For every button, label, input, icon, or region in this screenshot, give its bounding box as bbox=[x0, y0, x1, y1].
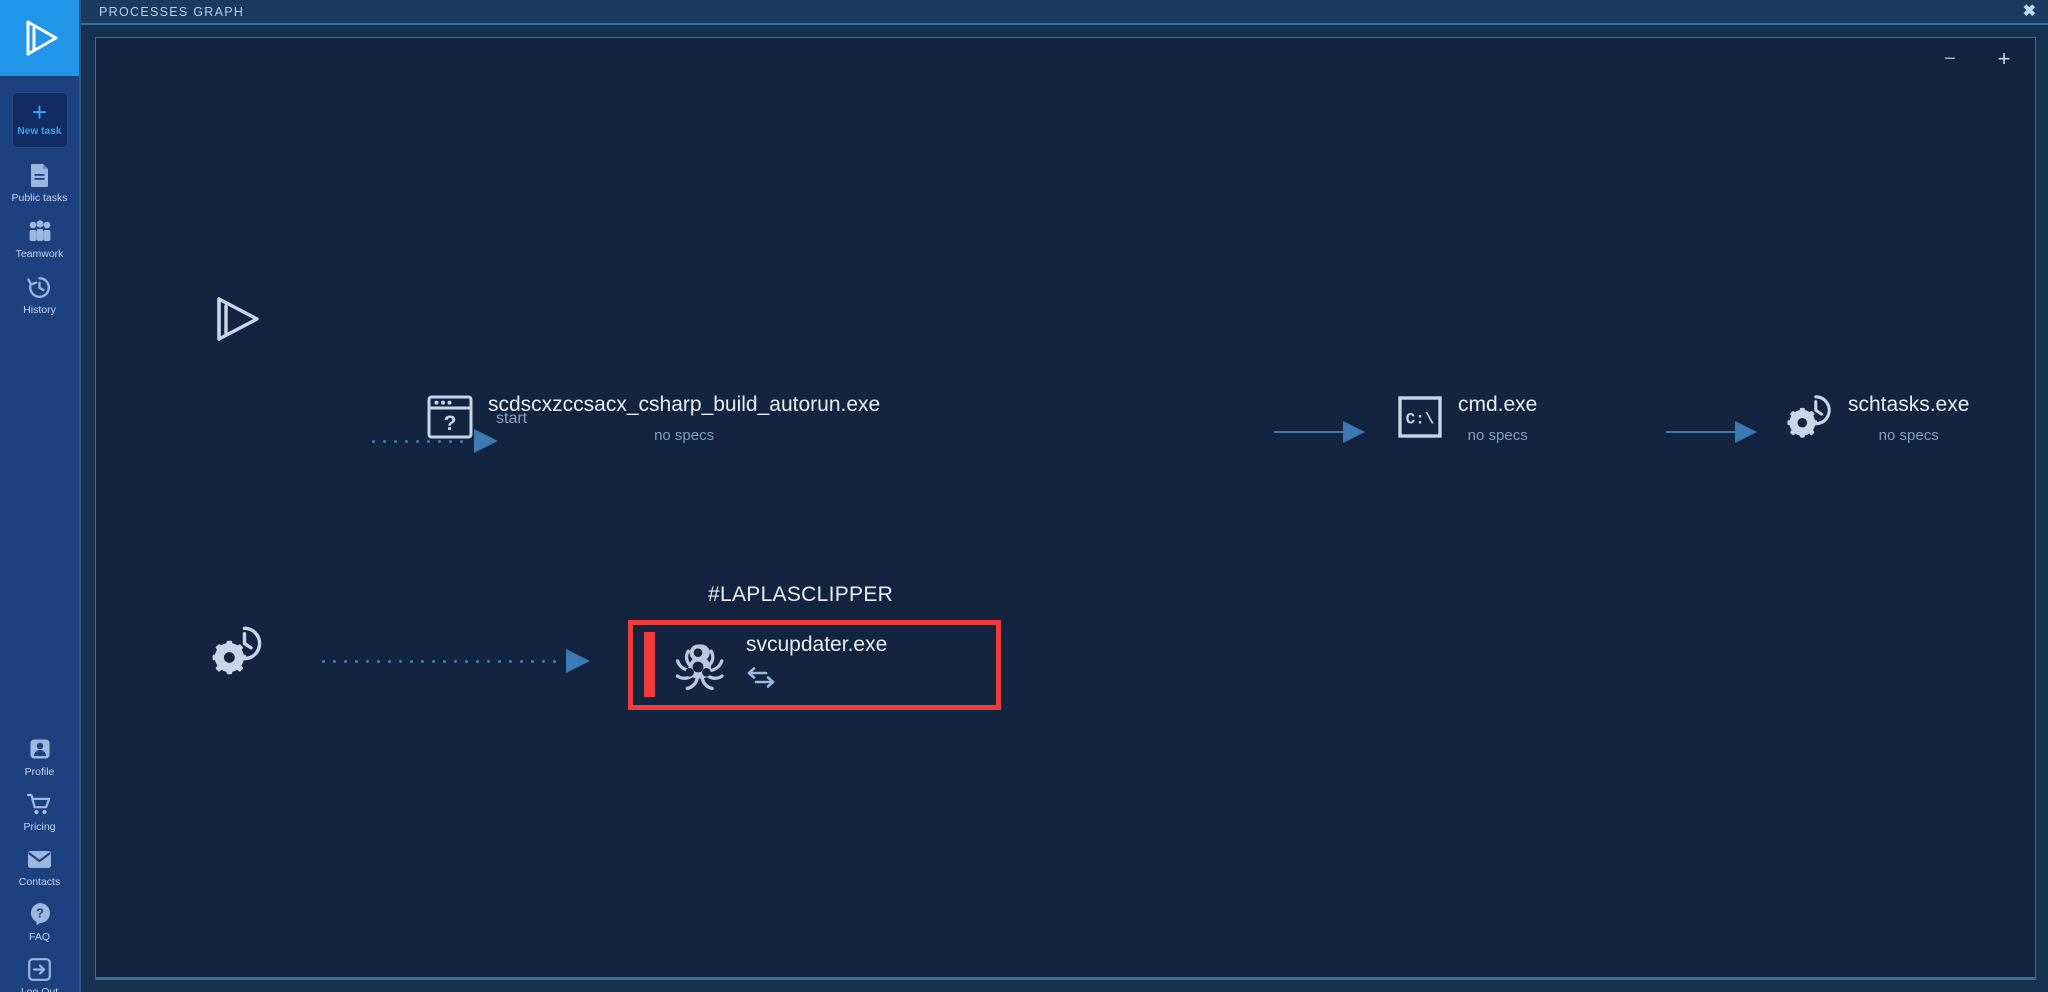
graph-node-process-malicious[interactable]: svcupdater.exe bbox=[670, 633, 887, 695]
edge-solid-to-cmd bbox=[1274, 421, 1365, 443]
sidebar-item-label: Log Out bbox=[20, 986, 59, 992]
sidebar-item-label: History bbox=[23, 304, 56, 316]
sidebar-top-section: + New task Public tasks Teamwork History bbox=[0, 0, 79, 316]
graph-node-text: schtasks.exe no specs bbox=[1848, 393, 1969, 444]
svg-text:C:\: C:\ bbox=[1406, 411, 1435, 429]
graph-root-icon bbox=[211, 293, 263, 350]
sidebar-item-label: Pricing bbox=[23, 821, 56, 833]
sidebar-item-label: Profile bbox=[24, 766, 55, 778]
window-titlebar: PROCESSES GRAPH ✖ bbox=[81, 0, 2048, 25]
plus-icon: + bbox=[31, 97, 48, 127]
sidebar: + New task Public tasks Teamwork History… bbox=[0, 0, 79, 992]
scheduled-task-gear-clock-icon bbox=[212, 626, 262, 675]
cmd-console-icon: C:\ bbox=[1396, 393, 1444, 441]
graph-branch-source-icon bbox=[211, 626, 265, 681]
scheduled-task-gear-clock-icon bbox=[1786, 393, 1834, 441]
edge-solid-to-schtasks bbox=[1666, 421, 1757, 443]
application-window: + New task Public tasks Teamwork History… bbox=[0, 0, 2048, 992]
history-clock-icon bbox=[27, 274, 53, 300]
bidirectional-network-icon bbox=[746, 666, 887, 688]
page-title: PROCESSES GRAPH bbox=[99, 4, 245, 19]
processes-graph-panel[interactable]: − + start ? scdscxzccsacx_csharp_build_a… bbox=[95, 37, 2036, 980]
anyrun-logo[interactable] bbox=[0, 0, 79, 76]
threat-family-tag: #LAPLASCLIPPER bbox=[708, 583, 894, 606]
edge-dotted-to-svcupdater bbox=[318, 649, 590, 673]
graph-node-text: svcupdater.exe bbox=[746, 633, 887, 688]
close-icon[interactable]: ✖ bbox=[2023, 3, 2036, 20]
process-name: schtasks.exe bbox=[1848, 393, 1970, 416]
sidebar-item-pricing[interactable]: Pricing bbox=[0, 778, 79, 833]
sidebar-item-label: Contacts bbox=[18, 876, 61, 888]
process-specs: no specs bbox=[1467, 427, 1528, 444]
people-icon bbox=[27, 218, 53, 244]
sidebar-bottom-section: Profile Pricing Contacts ? FAQ Log Out bbox=[0, 723, 79, 992]
svg-text:?: ? bbox=[36, 906, 44, 921]
malicious-severity-bar bbox=[644, 632, 655, 697]
sidebar-item-contacts[interactable]: Contacts bbox=[0, 833, 79, 888]
sidebar-item-faq[interactable]: ? FAQ bbox=[0, 888, 79, 943]
arrowhead-icon bbox=[1343, 421, 1365, 443]
svg-text:?: ? bbox=[444, 412, 457, 435]
graph-canvas[interactable]: start ? scdscxzccsacx_csharp_build_autor… bbox=[96, 38, 2035, 979]
graph-node-process[interactable]: schtasks.exe no specs bbox=[1786, 393, 1969, 444]
graph-node-text: scdscxzccsacx_csharp_build_autorun.exe n… bbox=[488, 393, 880, 444]
graph-node-process[interactable]: ? scdscxzccsacx_csharp_build_autorun.exe… bbox=[426, 393, 880, 444]
zoom-in-button[interactable]: + bbox=[1993, 48, 2015, 70]
graph-node-process[interactable]: C:\ cmd.exe no specs bbox=[1396, 393, 1537, 444]
sidebar-item-log-out[interactable]: Log Out bbox=[0, 943, 79, 992]
sidebar-item-history[interactable]: History bbox=[0, 260, 79, 316]
cart-icon bbox=[27, 791, 53, 817]
sidebar-item-teamwork[interactable]: Teamwork bbox=[0, 204, 79, 260]
new-task-button[interactable]: + New task bbox=[11, 92, 68, 148]
process-name: svcupdater.exe bbox=[746, 633, 888, 656]
process-name: cmd.exe bbox=[1458, 393, 1538, 416]
zoom-out-button[interactable]: − bbox=[1939, 49, 1961, 69]
new-task-label: New task bbox=[17, 126, 62, 137]
sidebar-item-profile[interactable]: Profile bbox=[0, 723, 79, 778]
edge-line bbox=[1274, 431, 1344, 433]
document-icon bbox=[27, 162, 53, 188]
process-name: scdscxzccsacx_csharp_build_autorun.exe bbox=[488, 393, 881, 416]
process-specs: no specs bbox=[654, 427, 715, 444]
sidebar-item-label: FAQ bbox=[28, 931, 50, 943]
unknown-window-icon: ? bbox=[426, 393, 474, 441]
envelope-icon bbox=[27, 846, 53, 872]
zoom-controls: − + bbox=[1939, 48, 2015, 70]
edge-dots bbox=[318, 659, 560, 663]
biohazard-icon bbox=[670, 633, 726, 695]
sidebar-item-label: Public tasks bbox=[11, 192, 68, 204]
user-icon bbox=[27, 736, 53, 762]
question-mark-icon: ? bbox=[27, 901, 53, 927]
graph-node-text: cmd.exe no specs bbox=[1458, 393, 1537, 444]
process-specs: no specs bbox=[1878, 427, 1939, 444]
logout-arrow-icon bbox=[27, 956, 53, 982]
arrowhead-icon bbox=[1735, 421, 1757, 443]
arrowhead-icon bbox=[566, 649, 590, 673]
edge-line bbox=[1666, 431, 1736, 433]
play-root-icon bbox=[217, 297, 259, 341]
anyrun-logo-icon bbox=[26, 20, 57, 56]
sidebar-item-public-tasks[interactable]: Public tasks bbox=[0, 148, 79, 204]
graph-panel-wrapper: − + start ? scdscxzccsacx_csharp_build_a… bbox=[81, 25, 2048, 992]
sidebar-item-label: Teamwork bbox=[15, 248, 64, 260]
sidebar-primary-nav: Public tasks Teamwork History bbox=[0, 148, 79, 316]
main-content: PROCESSES GRAPH ✖ − + start ? scdscxzccs… bbox=[79, 0, 2048, 992]
